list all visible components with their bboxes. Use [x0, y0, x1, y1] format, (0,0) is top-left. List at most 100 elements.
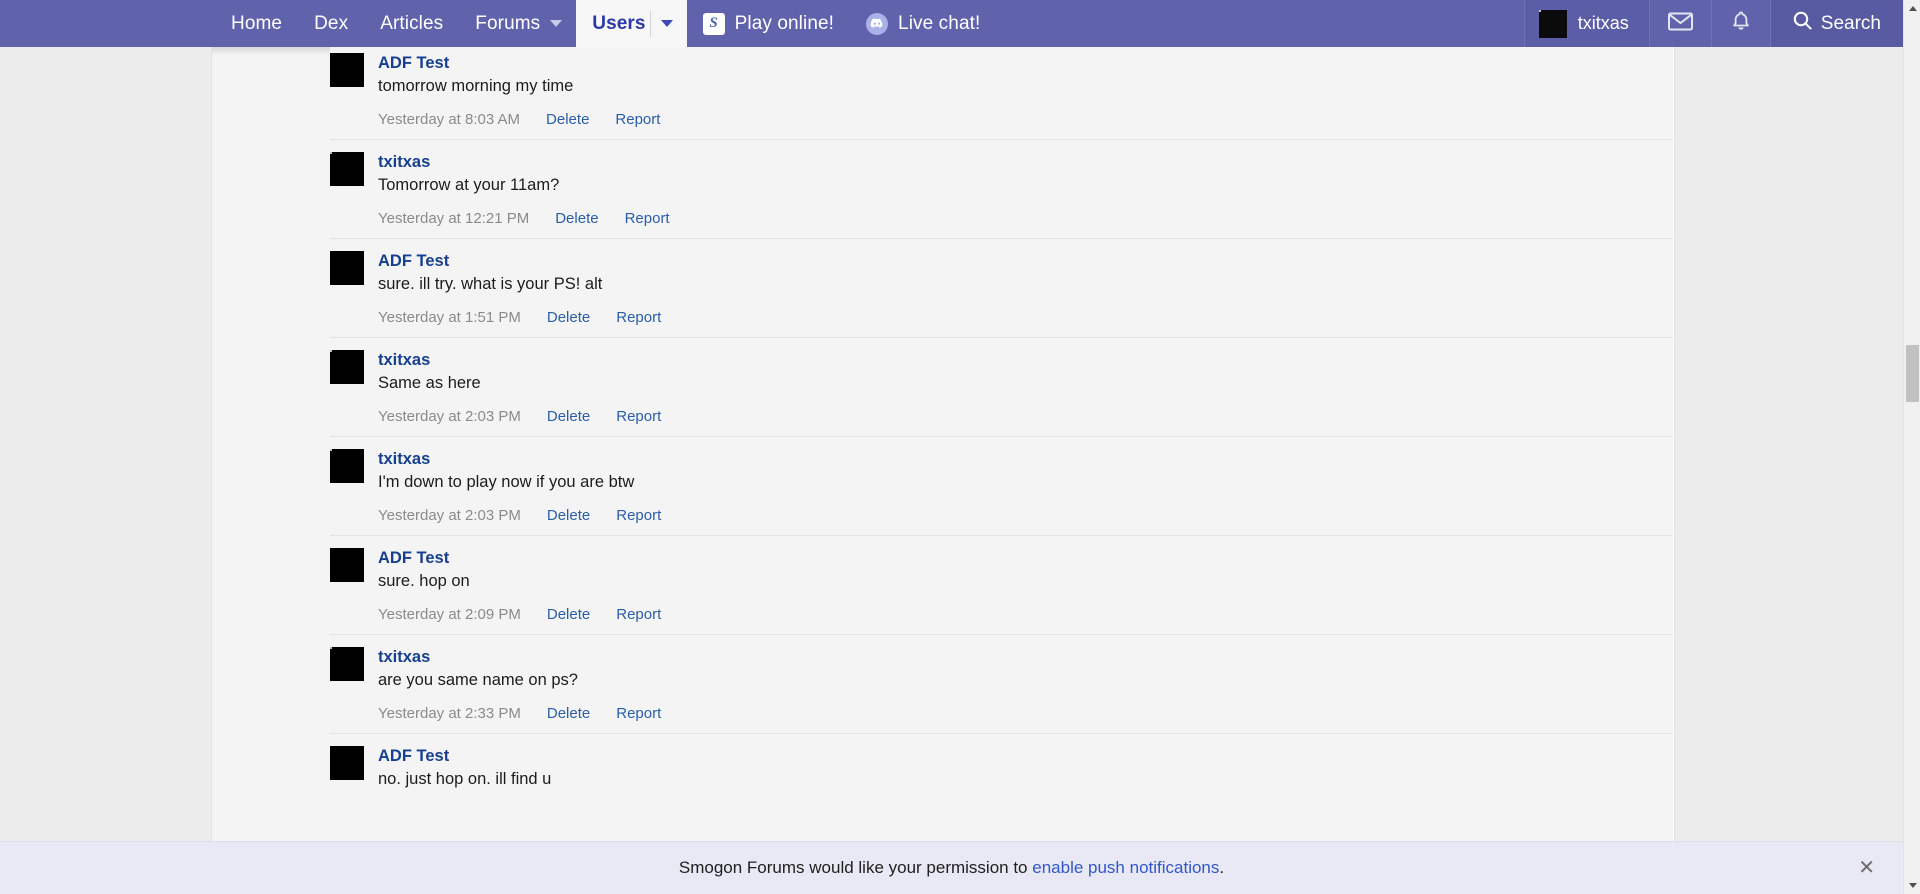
message-text: no. just hop on. ill find u — [378, 770, 552, 788]
nav-search-button[interactable]: Search — [1769, 0, 1903, 47]
nav-user-menu[interactable]: txitxas — [1523, 0, 1649, 47]
nav-item-users[interactable]: Users — [576, 0, 687, 47]
close-icon[interactable]: ✕ — [1858, 858, 1875, 878]
bell-icon — [1730, 10, 1752, 37]
message-author-link[interactable]: ADF Test — [378, 53, 449, 73]
message-body: ADF Test sure. hop on Yesterday at 2:09 PM… — [378, 548, 1673, 623]
message-author-link[interactable]: txitxas — [378, 449, 430, 469]
message-action-delete[interactable]: Delete — [547, 408, 590, 425]
message-footer: Yesterday at 2:09 PM Delete Report — [378, 606, 1673, 623]
message-row: ADF Test sure. ill try. what is your PS! … — [330, 238, 1673, 337]
browser-scrollbar[interactable] — [1903, 0, 1920, 894]
message-author-link[interactable]: ADF Test — [378, 746, 449, 766]
nav-alerts-button[interactable] — [1710, 0, 1770, 47]
search-icon — [1793, 11, 1812, 36]
message-text: sure. ill try. what is your PS! alt — [378, 275, 603, 293]
avatar[interactable] — [330, 746, 364, 780]
nav-item-label: Dex — [314, 12, 349, 34]
avatar[interactable] — [330, 152, 364, 186]
push-notification-text: Smogon Forums would like your permission… — [679, 858, 1224, 878]
discord-icon — [866, 12, 889, 35]
message-footer: Yesterday at 12:21 PM Delete Report — [378, 210, 1673, 227]
message-text: I'm down to play now if you are btw — [378, 473, 635, 491]
message-body: txitxas I'm down to play now if you are b… — [378, 449, 1673, 524]
nav-play-online[interactable]: S Play online! — [687, 0, 850, 47]
secondary-nav: txitxas Search — [1523, 0, 1903, 47]
message-body: txitxas are you same name on ps? Yesterday… — [378, 647, 1673, 722]
message-action-report[interactable]: Report — [616, 606, 661, 623]
message-action-delete[interactable]: Delete — [555, 210, 598, 227]
message-action-report[interactable]: Report — [625, 210, 670, 227]
nav-item-dex[interactable]: Dex — [298, 0, 364, 47]
avatar[interactable] — [330, 251, 364, 285]
nav-username: txitxas — [1577, 13, 1629, 33]
avatar[interactable] — [330, 350, 364, 384]
nav-item-forums[interactable]: Forums — [459, 0, 576, 47]
nav-item-label: Home — [231, 12, 283, 34]
message-timestamp: Yesterday at 2:03 PM — [378, 507, 521, 524]
message-footer: Yesterday at 1:51 PM Delete Report — [378, 309, 1673, 326]
enable-push-notifications-link[interactable]: enable push notifications — [1032, 858, 1219, 877]
message-footer: Yesterday at 2:03 PM Delete Report — [378, 408, 1673, 425]
nav-item-label: Forums — [475, 12, 541, 34]
message-list: ADF Test tomorrow morning my time Yesterda… — [330, 47, 1673, 802]
message-author-link[interactable]: txitxas — [378, 152, 430, 172]
message-timestamp: Yesterday at 2:33 PM — [378, 705, 521, 722]
nav-item-home[interactable]: Home — [215, 0, 298, 47]
primary-nav: Home Dex Articles Forums Users — [215, 0, 687, 47]
avatar[interactable] — [330, 53, 364, 87]
smogon-ps-icon: S — [702, 12, 725, 35]
message-author-link[interactable]: txitxas — [378, 647, 430, 667]
message-row: txitxas I'm down to play now if you are b… — [330, 436, 1673, 535]
content-container: ADF Test tomorrow morning my time Yesterda… — [212, 47, 1674, 841]
scrollbar-track[interactable] — [1904, 17, 1920, 345]
message-footer: Yesterday at 8:03 AM Delete Report — [378, 111, 1673, 128]
message-row: ADF Test no. just hop on. ill find u — [330, 733, 1673, 802]
message-body: txitxas Same as here Yesterday at 2:03 PM D… — [378, 350, 1673, 425]
message-action-delete[interactable]: Delete — [547, 507, 590, 524]
message-row: ADF Test tomorrow morning my time Yesterda… — [330, 47, 1673, 139]
message-text: Tomorrow at your 11am? — [378, 176, 560, 194]
message-timestamp: Yesterday at 12:21 PM — [378, 210, 530, 227]
scrollbar-thumb[interactable] — [1906, 345, 1919, 402]
conversation-panel: ADF Test tomorrow morning my time Yesterda… — [212, 47, 1673, 841]
message-author-link[interactable]: txitxas — [378, 350, 430, 370]
message-action-delete[interactable]: Delete — [547, 705, 590, 722]
message-timestamp: Yesterday at 8:03 AM — [378, 111, 521, 128]
nav-inbox-button[interactable] — [1648, 0, 1711, 47]
scroll-up-arrow-icon[interactable] — [1904, 0, 1920, 17]
avatar — [1538, 9, 1567, 38]
nav-item-articles[interactable]: Articles — [364, 0, 459, 47]
message-action-report[interactable]: Report — [615, 111, 660, 128]
scroll-down-arrow-icon[interactable] — [1904, 877, 1920, 894]
nav-live-chat-label: Live chat! — [898, 12, 981, 34]
avatar[interactable] — [330, 449, 364, 483]
chevron-down-icon[interactable] — [550, 20, 563, 27]
message-action-report[interactable]: Report — [616, 408, 661, 425]
nav-live-chat[interactable]: Live chat! — [850, 0, 996, 47]
message-text: tomorrow morning my time — [378, 77, 574, 95]
message-timestamp: Yesterday at 2:03 PM — [378, 408, 521, 425]
message-body: ADF Test no. just hop on. ill find u — [378, 746, 1673, 791]
message-action-report[interactable]: Report — [616, 705, 661, 722]
nav-item-label: Articles — [380, 12, 444, 34]
envelope-icon — [1667, 12, 1693, 36]
message-action-delete[interactable]: Delete — [546, 111, 589, 128]
chevron-down-icon[interactable] — [660, 20, 673, 27]
avatar[interactable] — [330, 647, 364, 681]
message-action-report[interactable]: Report — [616, 507, 661, 524]
push-notification-bar: Smogon Forums would like your permission… — [0, 841, 1903, 894]
message-body: txitxas Tomorrow at your 11am? Yesterday a… — [378, 152, 1673, 227]
message-body: ADF Test tomorrow morning my time Yesterda… — [378, 53, 1673, 128]
nav-search-label: Search — [1820, 12, 1881, 34]
nav-tab-separator — [649, 10, 651, 37]
message-timestamp: Yesterday at 2:09 PM — [378, 606, 521, 623]
message-action-report[interactable]: Report — [616, 309, 661, 326]
avatar[interactable] — [330, 548, 364, 582]
message-action-delete[interactable]: Delete — [547, 309, 590, 326]
message-author-link[interactable]: ADF Test — [378, 251, 449, 271]
message-body: ADF Test sure. ill try. what is your PS! … — [378, 251, 1673, 326]
message-footer: Yesterday at 2:33 PM Delete Report — [378, 705, 1673, 722]
message-action-delete[interactable]: Delete — [547, 606, 590, 623]
message-author-link[interactable]: ADF Test — [378, 548, 449, 568]
